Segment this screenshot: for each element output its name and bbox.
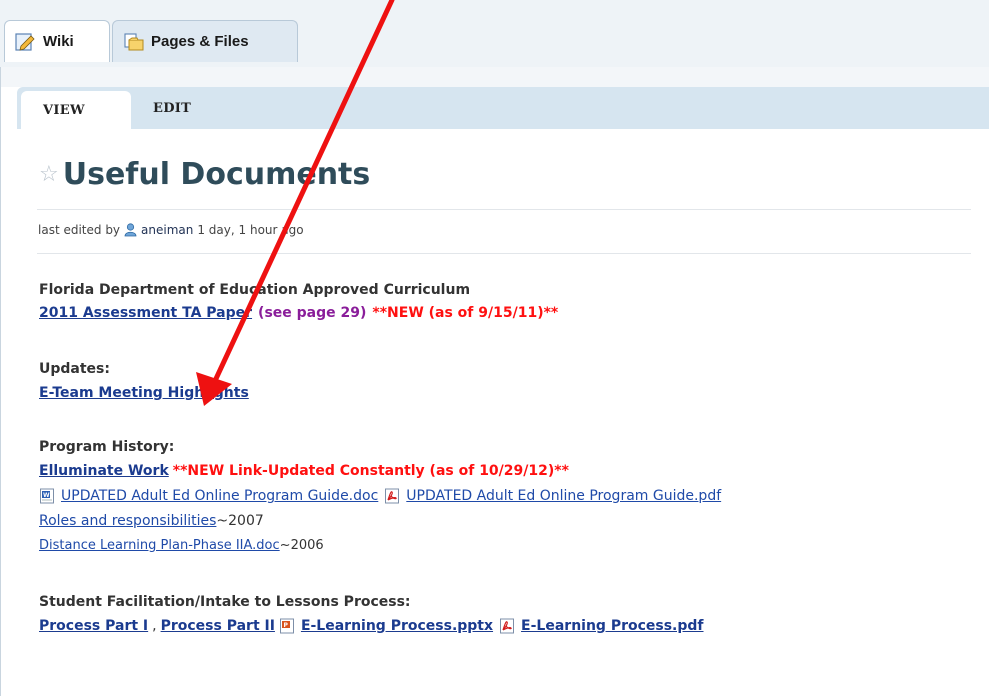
curriculum-heading: Florida Department of Education Approved… — [39, 282, 471, 298]
user-icon — [124, 223, 137, 237]
view-edit-tabs: VIEW EDIT — [17, 87, 989, 129]
new-badge: **NEW (as of 9/15/11)** — [372, 305, 559, 321]
elluminate-link[interactable]: Elluminate Work — [39, 463, 169, 479]
facilitation-links-row: Process Part I , Process Part II P E-Lea… — [39, 618, 704, 634]
curriculum-heading-row: Florida Department of Education Approved… — [39, 282, 470, 298]
dl-plan-link[interactable]: Distance Learning Plan-Phase IIA.doc — [39, 538, 280, 553]
last-edited-info: last edited by aneiman 1 day, 1 hour ago — [38, 223, 304, 237]
elluminate-row: Elluminate Work **NEW Link-Updated Const… — [39, 463, 569, 479]
tab-edit[interactable]: EDIT — [153, 87, 191, 129]
pdf-icon — [385, 488, 400, 504]
pdf-link[interactable]: E-Learning Process.pdf — [521, 618, 703, 634]
history-heading: Program History: — [39, 439, 175, 455]
star-icon[interactable]: ☆ — [39, 162, 59, 187]
divider — [37, 253, 971, 254]
guide-doc-link[interactable]: UPDATED Adult Ed Online Program Guide.do… — [61, 488, 378, 504]
curriculum-link-row: 2011 Assessment TA Paper (see page 29) *… — [39, 305, 558, 321]
updates-heading: Updates: — [39, 361, 110, 377]
roles-link[interactable]: Roles and responsibilities — [39, 513, 216, 529]
roles-row: Roles and responsibilities ~2007 — [39, 513, 264, 529]
dl-plan-row: Distance Learning Plan-Phase IIA.doc ~20… — [39, 538, 324, 553]
process-part1-link[interactable]: Process Part I — [39, 618, 148, 634]
svg-text:W: W — [43, 492, 50, 499]
meta-time: 1 day, 1 hour ago — [197, 223, 304, 237]
tab-view[interactable]: VIEW — [21, 91, 131, 129]
editor-link[interactable]: aneiman — [141, 223, 193, 237]
powerpoint-icon: P — [279, 618, 294, 634]
tab-wiki[interactable]: Wiki — [4, 20, 110, 62]
assessment-paper-link[interactable]: 2011 Assessment TA Paper — [39, 305, 252, 321]
folder-pages-icon — [124, 32, 144, 50]
updates-heading-row: Updates: — [39, 361, 110, 377]
page-content: ☆ Useful Documents last edited by aneima… — [31, 129, 971, 696]
page-note: (see page 29) — [258, 305, 367, 321]
facilitation-heading-row: Student Facilitation/Intake to Lessons P… — [39, 594, 411, 610]
roles-year: ~2007 — [216, 513, 264, 529]
top-tab-bar: Wiki Pages & Files — [0, 0, 989, 67]
meta-prefix: last edited by — [38, 223, 121, 237]
word-doc-icon: W — [40, 488, 54, 504]
facilitation-heading: Student Facilitation/Intake to Lessons P… — [39, 594, 411, 610]
eteam-highlights-link[interactable]: E-Team Meeting Highlights — [39, 385, 249, 401]
tab-pages-files-label: Pages & Files — [151, 33, 249, 50]
pencil-page-icon — [15, 32, 35, 51]
page-title: Useful Documents — [62, 157, 371, 192]
tab-pages-files[interactable]: Pages & Files — [112, 20, 298, 62]
pdf-icon — [500, 618, 515, 634]
guide-pdf-link[interactable]: UPDATED Adult Ed Online Program Guide.pd… — [406, 488, 721, 504]
svg-text:P: P — [283, 622, 288, 629]
updates-link-row: E-Team Meeting Highlights — [39, 385, 249, 401]
tab-wiki-label: Wiki — [43, 33, 74, 50]
divider — [37, 209, 971, 210]
new-badge: **NEW Link-Updated Constantly (as of 10/… — [172, 463, 569, 479]
wiki-frame: VIEW EDIT ☆ Useful Documents last edited… — [0, 67, 989, 696]
process-part2-link[interactable]: Process Part II — [161, 618, 275, 634]
frame-band — [1, 67, 989, 87]
dl-plan-year: ~2006 — [279, 538, 324, 553]
pptx-link[interactable]: E-Learning Process.pptx — [301, 618, 493, 634]
title-row: ☆ Useful Documents — [39, 157, 370, 192]
guide-row: W UPDATED Adult Ed Online Program Guide.… — [39, 488, 721, 504]
history-heading-row: Program History: — [39, 439, 174, 455]
